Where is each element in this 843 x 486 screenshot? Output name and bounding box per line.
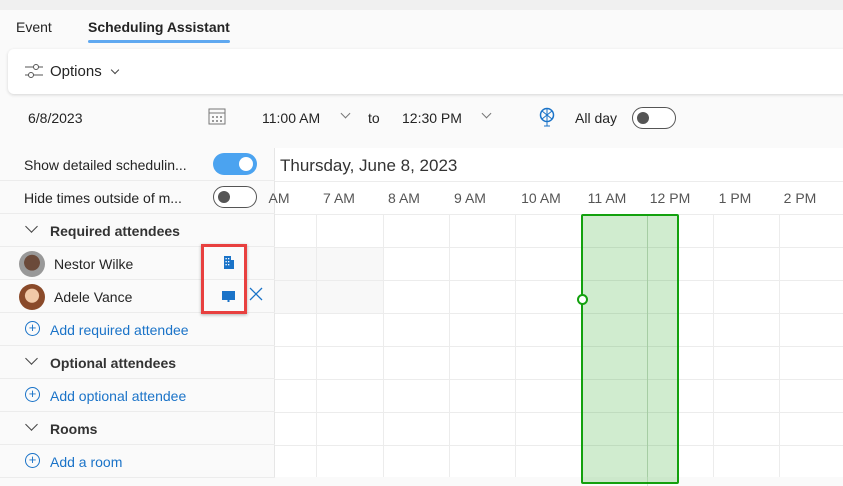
add-optional-attendee-link[interactable]: Add optional attendee	[50, 388, 186, 404]
remove-attendee-close-icon[interactable]	[249, 287, 263, 304]
hour-label: 7 AM	[323, 190, 355, 206]
schedule-grid: Thursday, June 8, 2023 AM 7 AM 8 AM 9 AM…	[269, 148, 843, 486]
hour-label: 9 AM	[454, 190, 486, 206]
top-bar	[0, 0, 843, 10]
rooms-heading: Rooms	[50, 421, 98, 437]
options-button[interactable]: Options	[50, 63, 102, 80]
tab-event[interactable]: Event	[16, 19, 52, 35]
chevron-down-icon	[481, 108, 492, 119]
grid-date-title: Thursday, June 8, 2023	[280, 156, 458, 175]
attendee-name: Adele Vance	[54, 289, 133, 305]
optional-attendees-heading: Optional attendees	[50, 355, 177, 371]
hide-times-label: Hide times outside of m...	[24, 190, 182, 206]
attendee-name: Nestor Wilke	[54, 256, 134, 272]
date-input[interactable]: 6/8/2023	[28, 110, 83, 126]
hour-label: 2 PM	[783, 190, 817, 206]
sliders-icon	[24, 63, 44, 79]
to-label: to	[368, 110, 380, 126]
show-detailed-toggle[interactable]	[213, 153, 257, 175]
hour-label: 12 PM	[649, 190, 691, 206]
hour-label: 1 PM	[718, 190, 752, 206]
add-required-attendee-link[interactable]: Add required attendee	[50, 322, 189, 338]
required-attendees-heading: Required attendees	[50, 223, 180, 239]
highlight-box	[201, 244, 247, 314]
start-time-select[interactable]: 11:00 AM	[262, 110, 320, 126]
tab-scheduling-assistant[interactable]: Scheduling Assistant	[88, 19, 230, 35]
attendee-panel: Show detailed schedulin... Hide times ou…	[0, 148, 275, 478]
hour-label: 8 AM	[388, 190, 420, 206]
hour-label: AM	[268, 190, 290, 206]
hour-label: 10 AM	[521, 190, 561, 206]
hour-label: 11 AM	[587, 190, 627, 206]
chevron-down-icon	[110, 65, 120, 75]
show-detailed-label: Show detailed schedulin...	[24, 157, 187, 173]
resize-handle[interactable]	[577, 294, 588, 305]
hide-times-toggle[interactable]	[213, 186, 257, 208]
time-zone-globe-icon[interactable]	[538, 107, 556, 130]
calendar-icon[interactable]	[208, 107, 226, 128]
avatar	[19, 251, 45, 277]
chevron-down-icon	[340, 108, 351, 119]
add-icon: +	[25, 387, 40, 402]
all-day-toggle[interactable]	[632, 107, 676, 129]
options-bar: Options	[8, 49, 843, 94]
active-tab-indicator	[88, 40, 230, 43]
add-room-link[interactable]: Add a room	[50, 454, 122, 470]
end-time-select[interactable]: 12:30 PM	[402, 110, 462, 126]
all-day-label: All day	[575, 110, 618, 126]
meeting-time-selection[interactable]	[581, 214, 679, 486]
avatar	[19, 284, 45, 310]
add-icon: +	[25, 453, 40, 468]
add-icon: +	[25, 321, 40, 336]
